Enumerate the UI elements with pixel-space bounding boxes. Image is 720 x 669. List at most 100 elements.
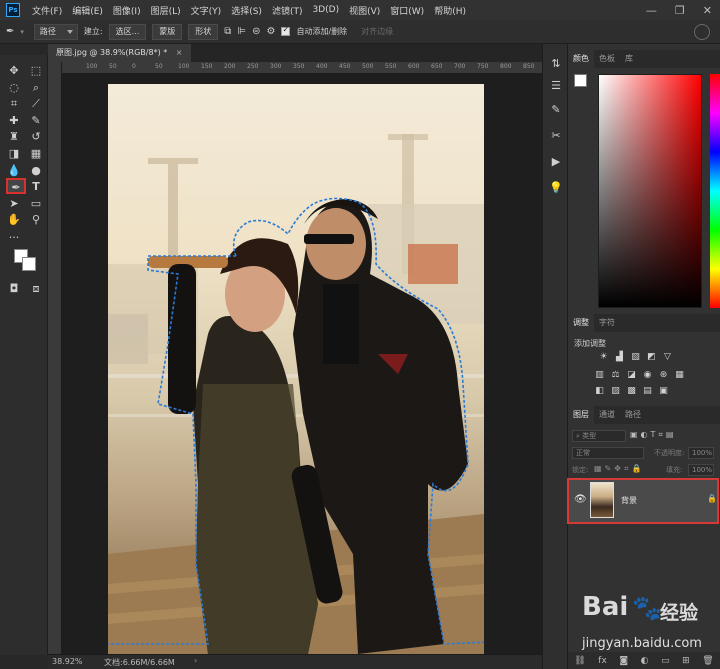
rectangle-tool-icon[interactable]: ▭ bbox=[26, 196, 46, 212]
menu-filter[interactable]: 滤镜(T) bbox=[272, 4, 303, 17]
color-lookup-icon[interactable]: ▦ bbox=[674, 370, 685, 380]
screen-mode-icon[interactable]: ⧈ bbox=[26, 281, 46, 297]
history-panel-icon[interactable]: ⇅ bbox=[548, 56, 564, 72]
pen-tool-preset-icon[interactable]: ✒ bbox=[6, 26, 14, 37]
status-menu-arrow-icon[interactable]: › bbox=[194, 656, 197, 665]
menu-help[interactable]: 帮助(H) bbox=[434, 4, 466, 17]
marquee-tool-icon[interactable]: ⬚ bbox=[26, 63, 46, 79]
menu-layer[interactable]: 图层(L) bbox=[151, 4, 181, 17]
chevron-down-icon[interactable]: ▾ bbox=[20, 28, 24, 36]
hand-tool-icon[interactable]: ✋ bbox=[4, 212, 24, 228]
color-panel-foreground-swatch[interactable] bbox=[574, 74, 587, 87]
menu-file[interactable]: 文件(F) bbox=[32, 4, 62, 17]
color-picker-field[interactable] bbox=[598, 74, 702, 308]
path-selection-tool-icon[interactable]: ➤ bbox=[4, 196, 24, 212]
tab-libraries[interactable]: 库 bbox=[620, 50, 638, 68]
menu-view[interactable]: 视图(V) bbox=[349, 4, 380, 17]
gradient-tool-icon[interactable]: ▦ bbox=[26, 146, 46, 162]
fill-field[interactable]: 100% bbox=[688, 464, 714, 476]
lightbulb-icon[interactable]: 💡 bbox=[548, 180, 564, 196]
exposure-icon[interactable]: ◩ bbox=[646, 352, 657, 362]
shape-button[interactable]: 形状 bbox=[188, 23, 219, 40]
photo-filter-icon[interactable]: ◉ bbox=[642, 370, 653, 380]
black-white-icon[interactable]: ◪ bbox=[626, 370, 637, 380]
ruler-tick-label: 0 bbox=[132, 63, 136, 70]
lock-icons[interactable]: ▦✎✥⌗🔒 bbox=[594, 464, 644, 474]
layer-filter-label: 类型 bbox=[582, 432, 597, 440]
more-tools-icon[interactable]: ··· bbox=[4, 230, 24, 246]
menu-select[interactable]: 选择(S) bbox=[231, 4, 262, 17]
clone-stamp-tool-icon[interactable]: ♜ bbox=[4, 129, 24, 145]
adjustment-icons-row-2: ▥ ⚖ ◪ ◉ ⊛ ▦ bbox=[594, 370, 685, 380]
brightness-icon[interactable]: ☀ bbox=[598, 352, 609, 362]
type-tool-icon[interactable]: T bbox=[26, 179, 46, 195]
tab-color[interactable]: 颜色 bbox=[568, 50, 594, 68]
menu-3d[interactable]: 3D(D) bbox=[312, 5, 339, 15]
eyedropper-tool-icon[interactable]: ⟋ bbox=[26, 96, 46, 112]
minimize-icon[interactable]: — bbox=[646, 4, 657, 17]
quick-mask-icon[interactable]: ◘ bbox=[4, 281, 24, 297]
lasso-tool-icon[interactable]: ◌ bbox=[4, 80, 24, 96]
opacity-field[interactable]: 100% bbox=[688, 447, 714, 459]
zoom-tool-icon[interactable]: ⚲ bbox=[26, 212, 46, 228]
invert-icon[interactable]: ◧ bbox=[594, 386, 605, 396]
tab-channels[interactable]: 通道 bbox=[594, 406, 620, 424]
curves-icon[interactable]: ▧ bbox=[630, 352, 641, 362]
menu-window[interactable]: 窗口(W) bbox=[390, 4, 424, 17]
zoom-level[interactable]: 38.92% bbox=[52, 657, 83, 666]
ruler-tick-label: 450 bbox=[339, 63, 351, 70]
posterize-icon[interactable]: ▨ bbox=[610, 386, 621, 396]
channel-mixer-icon[interactable]: ⊛ bbox=[658, 370, 669, 380]
hue-saturation-icon[interactable]: ▥ bbox=[594, 370, 605, 380]
quick-select-tool-icon[interactable]: ⌕ bbox=[26, 80, 46, 96]
search-icon[interactable] bbox=[694, 24, 710, 40]
pen-mode-select[interactable]: 路径 bbox=[33, 23, 78, 40]
color-balance-icon[interactable]: ⚖ bbox=[610, 370, 621, 380]
path-arrangement-icon[interactable]: ⊜ bbox=[252, 26, 260, 37]
close-tab-icon[interactable]: × bbox=[176, 48, 183, 57]
gradient-map-icon[interactable]: ▤ bbox=[642, 386, 653, 396]
move-tool-icon[interactable]: ✥ bbox=[4, 63, 24, 79]
tool-presets-icon[interactable]: ✂ bbox=[548, 128, 564, 144]
levels-icon[interactable]: ▟ bbox=[614, 352, 625, 362]
history-brush-tool-icon[interactable]: ↺ bbox=[26, 129, 46, 145]
layer-filter-select[interactable]: ⌕ 类型 bbox=[572, 430, 626, 442]
pen-tool-icon[interactable]: ✒ bbox=[6, 178, 26, 194]
brush-panel-icon[interactable]: ✎ bbox=[548, 102, 564, 118]
toolbar: ✥ ⬚ ◌ ⌕ ⌗ ⟋ ✚ ✎ ♜ ↺ ◨ ▦ 💧 ● ✒ T ➤ ▭ ✋ ⚲ … bbox=[0, 55, 48, 655]
menu-image[interactable]: 图像(I) bbox=[113, 4, 141, 17]
tab-layers[interactable]: 图层 bbox=[568, 406, 594, 424]
menu-edit[interactable]: 编辑(E) bbox=[72, 4, 103, 17]
document-tab[interactable]: 原图.jpg @ 38.9%(RGB/8*) * × bbox=[48, 44, 191, 62]
mask-button[interactable]: 蒙版 bbox=[152, 23, 183, 40]
properties-panel-icon[interactable]: ☰ bbox=[548, 78, 564, 94]
dodge-tool-icon[interactable]: ● bbox=[26, 163, 46, 179]
background-color-swatch[interactable] bbox=[22, 257, 36, 271]
crop-tool-icon[interactable]: ⌗ bbox=[4, 96, 24, 112]
path-alignment-icon[interactable]: ⊫ bbox=[237, 26, 246, 37]
vibrance-icon[interactable]: ▽ bbox=[662, 352, 673, 362]
actions-play-icon[interactable]: ▶ bbox=[548, 154, 564, 170]
tab-character[interactable]: 字符 bbox=[594, 314, 620, 332]
document-canvas-image[interactable] bbox=[108, 84, 484, 654]
blur-tool-icon[interactable]: 💧 bbox=[4, 163, 24, 179]
layer-filter-icons[interactable]: ▣◐T⌗▤ bbox=[630, 430, 677, 440]
auto-add-delete-checkbox[interactable] bbox=[281, 25, 291, 36]
blend-mode-select[interactable]: 正常 bbox=[572, 447, 644, 459]
eraser-tool-icon[interactable]: ◨ bbox=[4, 146, 24, 162]
brush-tool-icon[interactable]: ✎ bbox=[26, 113, 46, 129]
restore-icon[interactable]: ❐ bbox=[675, 4, 685, 17]
tab-paths[interactable]: 路径 bbox=[620, 406, 646, 424]
menu-type[interactable]: 文字(Y) bbox=[191, 4, 222, 17]
selection-button[interactable]: 选区... bbox=[108, 23, 147, 40]
selective-color-icon[interactable]: ▣ bbox=[658, 386, 669, 396]
tab-swatches[interactable]: 色板 bbox=[594, 50, 620, 68]
hue-slider[interactable] bbox=[710, 74, 720, 308]
eye-icon[interactable]: 👁 bbox=[574, 494, 587, 505]
gear-icon[interactable]: ⚙ bbox=[267, 26, 276, 37]
healing-brush-tool-icon[interactable]: ✚ bbox=[4, 113, 24, 129]
threshold-icon[interactable]: ▩ bbox=[626, 386, 637, 396]
path-operations-icon[interactable]: ⧉ bbox=[224, 26, 231, 37]
tab-adjustments[interactable]: 调整 bbox=[568, 314, 594, 332]
close-icon[interactable]: ✕ bbox=[703, 4, 712, 17]
